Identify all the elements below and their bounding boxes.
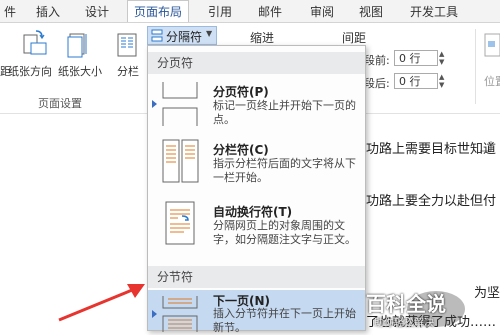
tab-developer[interactable]: 开发工具 <box>410 3 458 20</box>
menu-item-column-break[interactable]: 分栏符(C) 指示分栏符后面的文字将从下一栏开始。 <box>148 134 365 190</box>
red-arrow-annotation-icon <box>58 284 145 322</box>
menu-item-description: 插入分节符并在下一页上开始新节。 <box>213 307 356 334</box>
tab-page-layout[interactable]: 页面布局 <box>127 0 190 22</box>
spacing-after-label: 段后: <box>364 77 390 90</box>
indent-group-label: 缩进 <box>250 31 275 45</box>
ribbon-tab-bar: 件 插入 设计 页面布局 引用 邮件 审阅 视图 开发工具 <box>0 0 500 23</box>
selection-marker-icon <box>152 100 157 108</box>
page-break-icon <box>151 29 163 42</box>
tab-view[interactable]: 视图 <box>359 3 383 20</box>
selection-marker-icon <box>152 310 157 318</box>
page-setup-group-label: 页面设置 <box>38 97 82 110</box>
section-breaks-section-header: 分节符 <box>148 266 365 288</box>
position-button-label[interactable]: 位置 <box>484 73 500 89</box>
next-page-section-break-icon <box>162 296 198 332</box>
group-divider <box>475 29 476 104</box>
breaks-button[interactable]: 分隔符 ▼ <box>147 26 217 45</box>
spacing-before-label: 段前: <box>364 54 390 67</box>
page-break-icon <box>162 82 198 126</box>
spacing-group-label: 间距 <box>342 31 367 45</box>
spacing-before-value: 0 行 <box>399 52 421 65</box>
tab-mailings[interactable]: 邮件 <box>258 3 282 20</box>
tab-references[interactable]: 引用 <box>208 3 232 20</box>
document-line: 为坚 <box>474 286 500 301</box>
menu-item-next-page[interactable]: 下一页(N) 插入分节符并在下一页上开始新节。 <box>148 290 365 334</box>
paper-size-icon[interactable] <box>66 29 90 59</box>
menu-item-title: 分页符(P) <box>213 85 269 99</box>
document-line: 功路上要全力以赴但付 <box>366 194 497 209</box>
menu-item-title: 自动换行符(T) <box>213 205 293 219</box>
chevron-down-icon: ▼ <box>206 29 213 38</box>
menu-item-page-break[interactable]: 分页符(P) 标记一页终止并开始下一页的点。 <box>148 76 365 132</box>
menu-item-title: 分栏符(C) <box>213 143 269 157</box>
document-line: 功路上需要目标世知道 <box>366 142 497 157</box>
tab-file[interactable]: 件 <box>4 3 16 20</box>
breaks-dropdown-menu: 分页符 分页符(P) 标记一页终止并开始下一页的点。 分栏符(C) 指示分栏符后… <box>147 45 366 334</box>
menu-item-description: 分隔网页上的对象周围的文字，如分隔题注文字与正文。 <box>213 219 356 246</box>
spinner-arrows-icon[interactable]: ▲ ▼ <box>439 50 449 66</box>
spacing-after-value: 0 行 <box>399 75 421 88</box>
menu-item-description: 指示分栏符后面的文字将从下一栏开始。 <box>213 157 356 184</box>
watermark-subtitle: 助你轻松解决 <box>374 318 434 329</box>
spinner-arrows-icon[interactable]: ▲ ▼ <box>439 73 449 89</box>
tab-review[interactable]: 审阅 <box>310 3 334 20</box>
page-breaks-section-header: 分页符 <box>148 52 365 74</box>
spacing-before-input[interactable]: 0 行 ▲ ▼ <box>394 50 444 66</box>
breaks-button-label: 分隔符 <box>166 30 203 44</box>
orientation-button-label[interactable]: 纸张方向 <box>8 63 52 79</box>
orientation-icon[interactable] <box>22 29 48 59</box>
watermark-title: 百科全说 <box>366 292 446 316</box>
paper-size-button-label[interactable]: 纸张大小 <box>58 63 102 79</box>
tab-design[interactable]: 设计 <box>85 3 109 20</box>
menu-item-description: 标记一页终止并开始下一页的点。 <box>213 99 356 126</box>
menu-item-text-wrapping[interactable]: 自动换行符(T) 分隔网页上的对象周围的文字，如分隔题注文字与正文。 <box>148 196 365 252</box>
tab-insert[interactable]: 插入 <box>36 3 60 20</box>
position-icon[interactable] <box>484 33 500 57</box>
columns-button-label[interactable]: 分栏 <box>117 63 139 79</box>
text-wrapping-icon <box>165 201 195 245</box>
column-break-icon <box>162 139 199 183</box>
columns-icon[interactable] <box>117 33 137 57</box>
spacing-after-input[interactable]: 0 行 ▲ ▼ <box>394 73 444 89</box>
